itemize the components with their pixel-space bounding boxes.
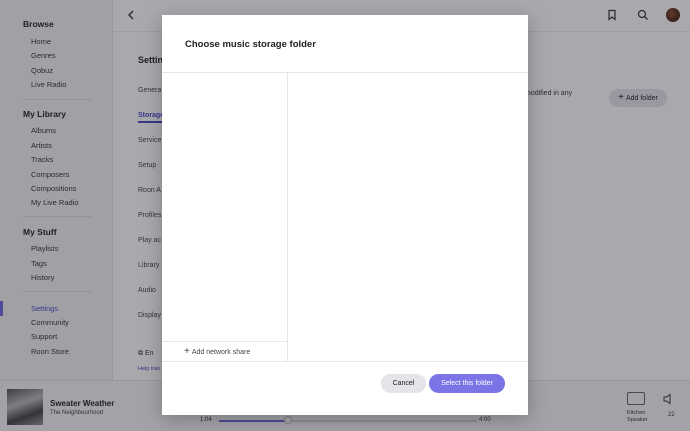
- folder-browser-pane[interactable]: [289, 73, 528, 361]
- folder-source-list[interactable]: [162, 73, 288, 361]
- select-folder-button[interactable]: Select this folder: [429, 374, 505, 393]
- cancel-button[interactable]: Cancel: [381, 374, 426, 393]
- source-list-footer-divider: [162, 341, 288, 342]
- add-network-share-button[interactable]: + Add network share: [184, 347, 250, 357]
- dialog-title: Choose music storage folder: [185, 39, 316, 50]
- storage-folder-dialog: Choose music storage folder + Add networ…: [162, 15, 528, 415]
- add-network-share-label: Add network share: [191, 348, 251, 356]
- dialog-footer-divider: [162, 361, 528, 362]
- plus-icon: +: [184, 346, 190, 357]
